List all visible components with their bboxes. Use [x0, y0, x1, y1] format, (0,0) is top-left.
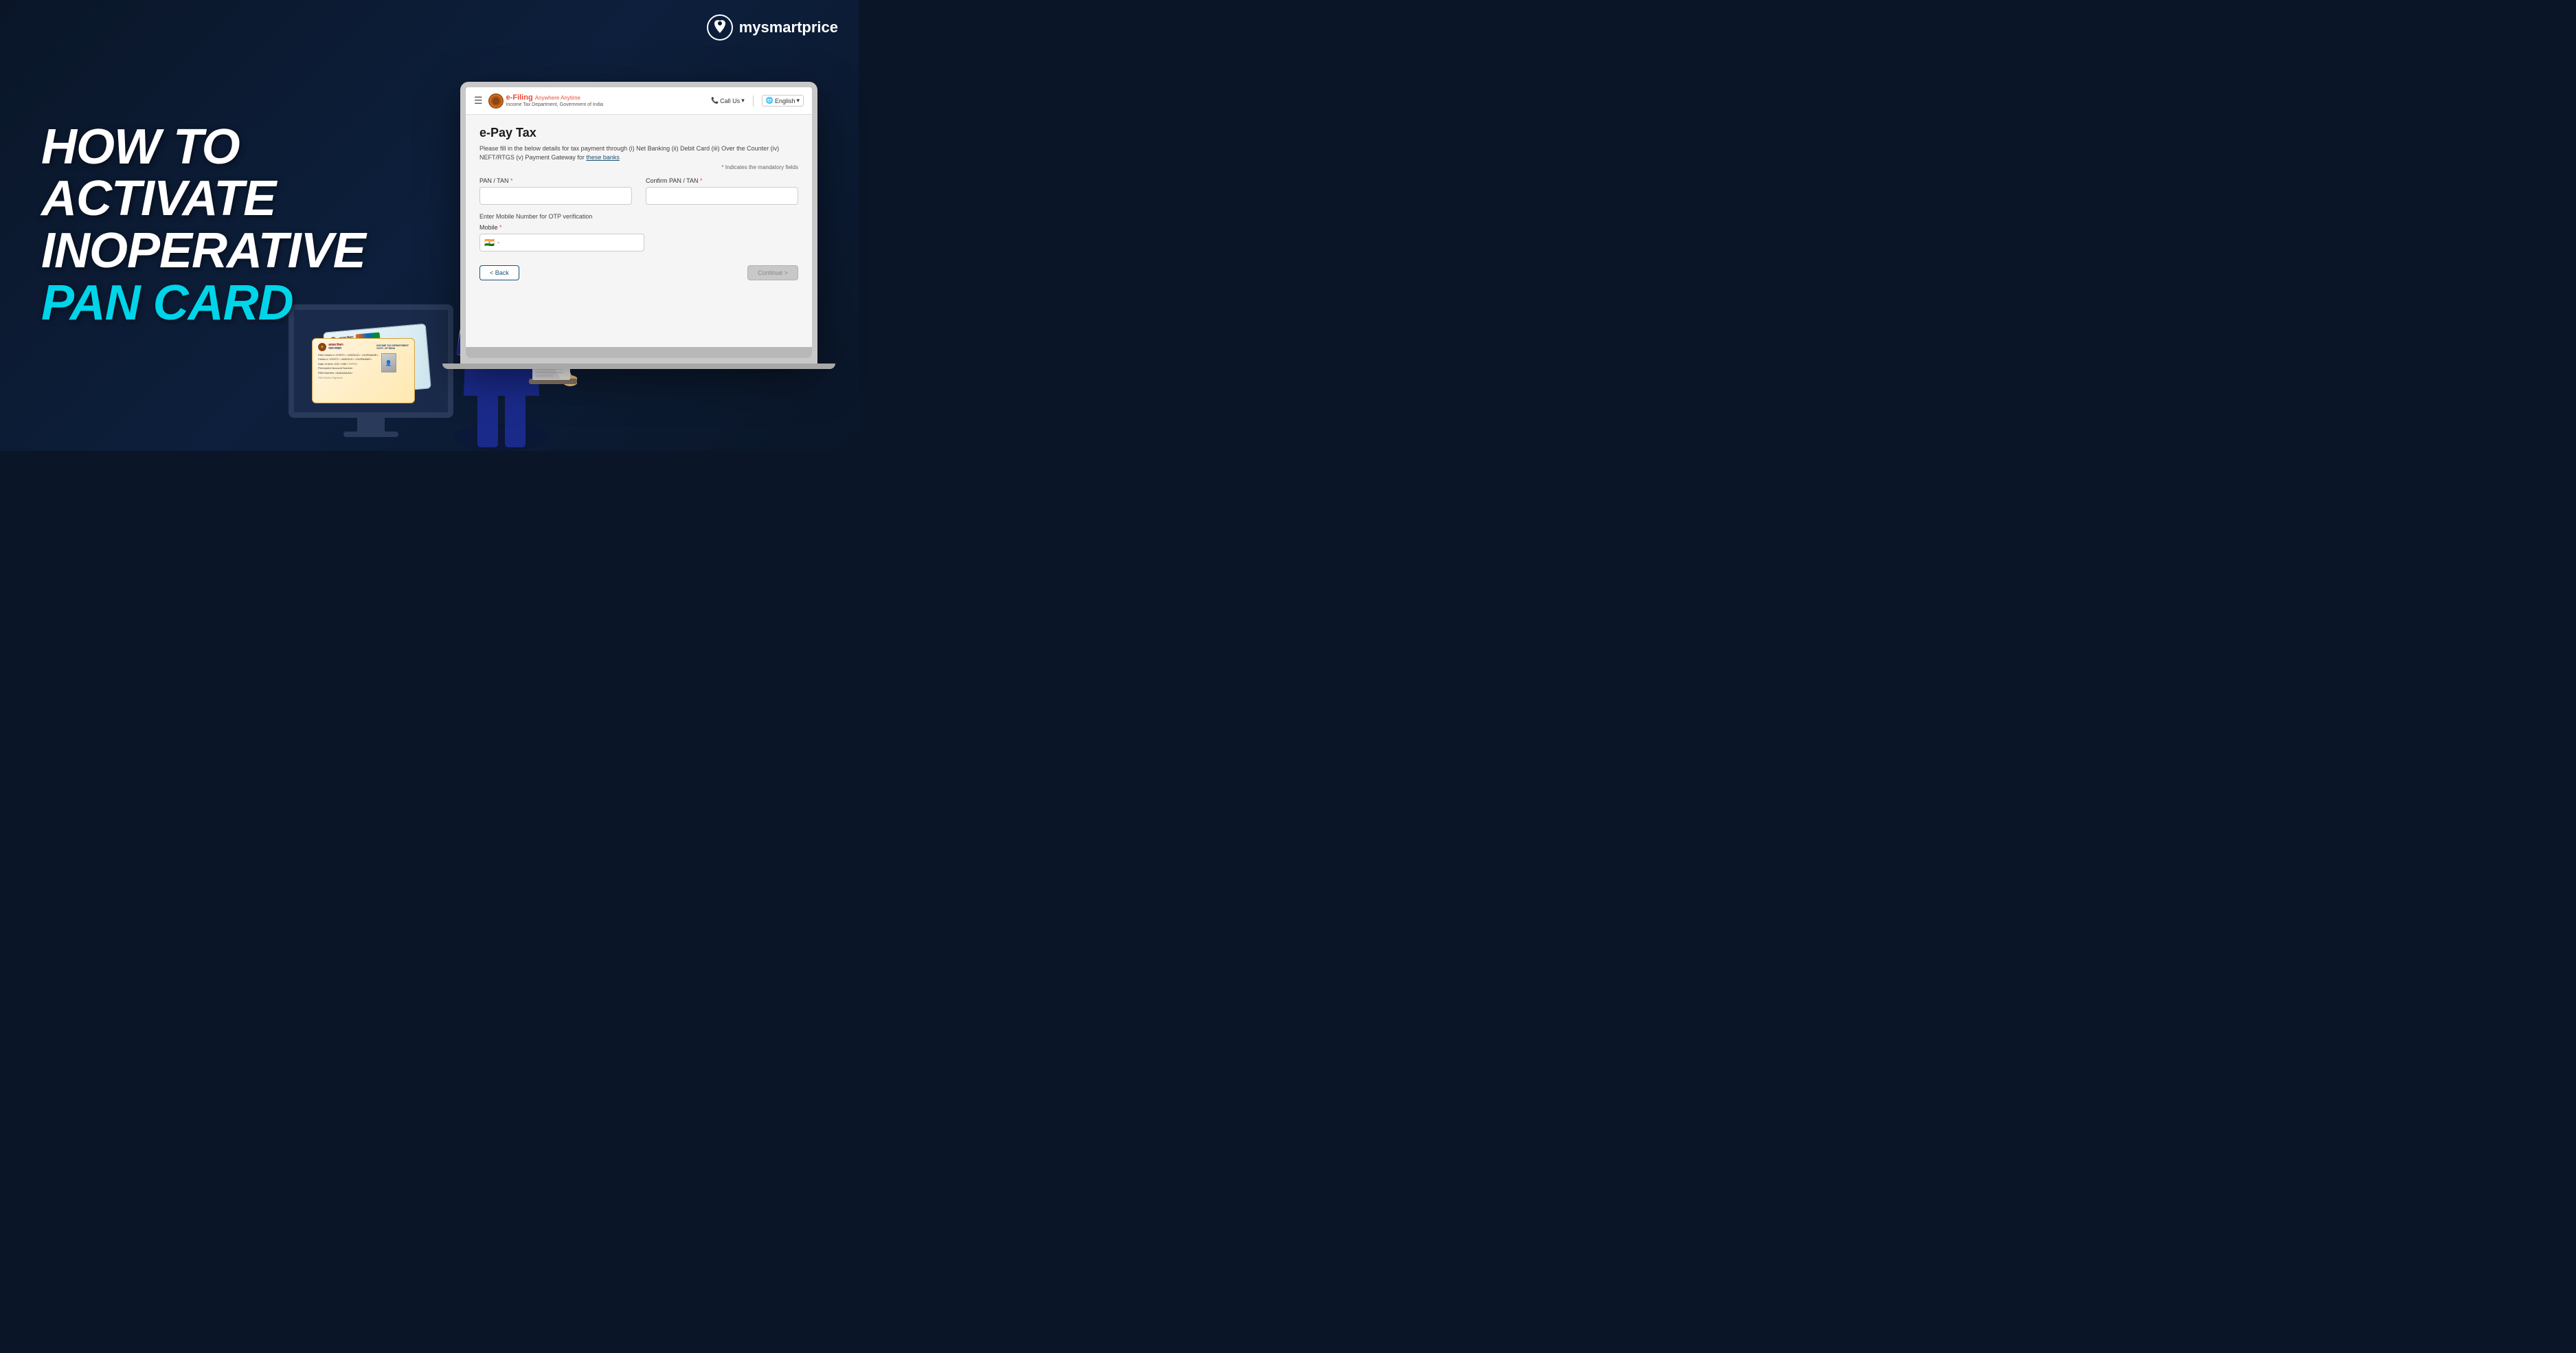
confirm-pan-tan-input[interactable] — [646, 187, 798, 205]
form-buttons: < Back Continue > — [479, 265, 798, 280]
call-us[interactable]: 📞 Call Us ▾ — [711, 97, 745, 104]
brand-logo: mysmartprice — [706, 14, 838, 41]
mandatory-note: * Indicates the mandatory fields — [479, 164, 798, 170]
language-label: English — [775, 98, 795, 104]
main-container: mysmartprice HOW TO ACTIVATE INOPERATIVE… — [0, 0, 859, 451]
mobile-group: Mobile * 🇮🇳 - — [479, 224, 644, 251]
mobile-dash: - — [497, 239, 499, 247]
confirm-required: * — [700, 177, 703, 184]
monitor-base — [343, 432, 398, 437]
call-us-chevron: ▾ — [741, 97, 745, 104]
efiling-brand-sub: Income Tax Department, Government of Ind… — [506, 102, 604, 108]
laptop-bottom — [442, 364, 835, 369]
efiling-header: ☰ e-Filing Anywhere Anytime Income Tax D… — [466, 87, 812, 115]
efiling-name-main: e-Filing — [506, 93, 533, 102]
flag-icon: 🇮🇳 — [484, 238, 495, 247]
pan-emblem: ⚜ — [318, 343, 326, 351]
pan-tan-row: PAN / TAN * Confirm PAN / TAN * — [479, 177, 798, 205]
mobile-label: Mobile * — [479, 224, 644, 231]
mobile-input-wrapper[interactable]: 🇮🇳 - — [479, 234, 644, 251]
left-content: HOW TO ACTIVATE INOPERATIVE PAN CARD — [41, 122, 460, 329]
globe-icon: 🌐 — [766, 97, 773, 104]
mobile-input[interactable] — [502, 239, 640, 246]
these-banks-link[interactable]: these banks — [586, 154, 620, 161]
back-button[interactable]: < Back — [479, 265, 519, 280]
mobile-required: * — [499, 224, 502, 231]
efiling-brand: e-Filing Anywhere Anytime Income Tax Dep… — [506, 93, 604, 109]
pan-tan-input[interactable] — [479, 187, 632, 205]
laptop-area: ☰ e-Filing Anywhere Anytime Income Tax D… — [460, 82, 817, 369]
phone-icon: 📞 — [711, 97, 719, 104]
confirm-pan-tan-label: Confirm PAN / TAN * — [646, 177, 798, 184]
pan-photo: 👤 — [381, 353, 396, 372]
monitor-stand — [357, 418, 385, 432]
laptop-base — [466, 347, 812, 358]
efiling-logo: e-Filing Anywhere Anytime Income Tax Dep… — [488, 93, 604, 109]
call-us-label: Call Us — [720, 98, 740, 104]
efiling-header-left: ☰ e-Filing Anywhere Anytime Income Tax D… — [474, 93, 603, 109]
headline: HOW TO ACTIVATE INOPERATIVE PAN CARD — [41, 122, 447, 329]
efiling-emblem — [488, 93, 504, 109]
language-selector[interactable]: 🌐 English ▾ — [762, 95, 804, 107]
laptop-screen: ☰ e-Filing Anywhere Anytime Income Tax D… — [466, 87, 812, 348]
header-divider — [753, 96, 754, 107]
headline-line2: INOPERATIVE PAN CARD — [41, 225, 447, 329]
pan-tan-label: PAN / TAN * — [479, 177, 632, 184]
hamburger-icon[interactable]: ☰ — [474, 95, 483, 107]
lang-chevron: ▾ — [796, 97, 800, 104]
efiling-website: ☰ e-Filing Anywhere Anytime Income Tax D… — [466, 87, 812, 348]
efiling-tagline: Anywhere Anytime — [535, 95, 580, 101]
headline-line2-cyan: PAN CARD — [41, 276, 293, 331]
confirm-pan-tan-group: Confirm PAN / TAN * — [646, 177, 798, 205]
otp-note: Enter Mobile Number for OTP verification — [479, 213, 798, 220]
epay-description: Please fill in the below details for tax… — [479, 144, 798, 161]
headline-line2-normal: INOPERATIVE — [41, 223, 365, 278]
pan-card: ⚜ आयकर विभाग भारत सरकार INCOME TAX DEPAR… — [312, 338, 415, 403]
logo-icon — [706, 14, 734, 41]
pan-fields: PAN Holder's <FIRST> <MIDDLE> <SURNAME> … — [318, 353, 379, 381]
epay-title: e-Pay Tax — [479, 126, 798, 140]
continue-button[interactable]: Continue > — [747, 265, 798, 280]
brand-name: mysmartprice — [739, 19, 838, 36]
headline-line1: HOW TO ACTIVATE — [41, 122, 447, 225]
pan-card-container: आयकर विभागभारत सरकार INCOME TAX DEPARTME… — [298, 314, 449, 417]
pan-tan-required: * — [510, 177, 513, 184]
efiling-brand-name: e-Filing Anywhere Anytime — [506, 93, 604, 102]
efiling-header-right: 📞 Call Us ▾ 🌐 English ▾ — [711, 95, 804, 107]
pan-tan-group: PAN / TAN * — [479, 177, 632, 205]
efiling-content: e-Pay Tax Please fill in the below detai… — [466, 115, 812, 348]
laptop: ☰ e-Filing Anywhere Anytime Income Tax D… — [460, 82, 817, 364]
description-text: Please fill in the below details for tax… — [479, 145, 779, 161]
